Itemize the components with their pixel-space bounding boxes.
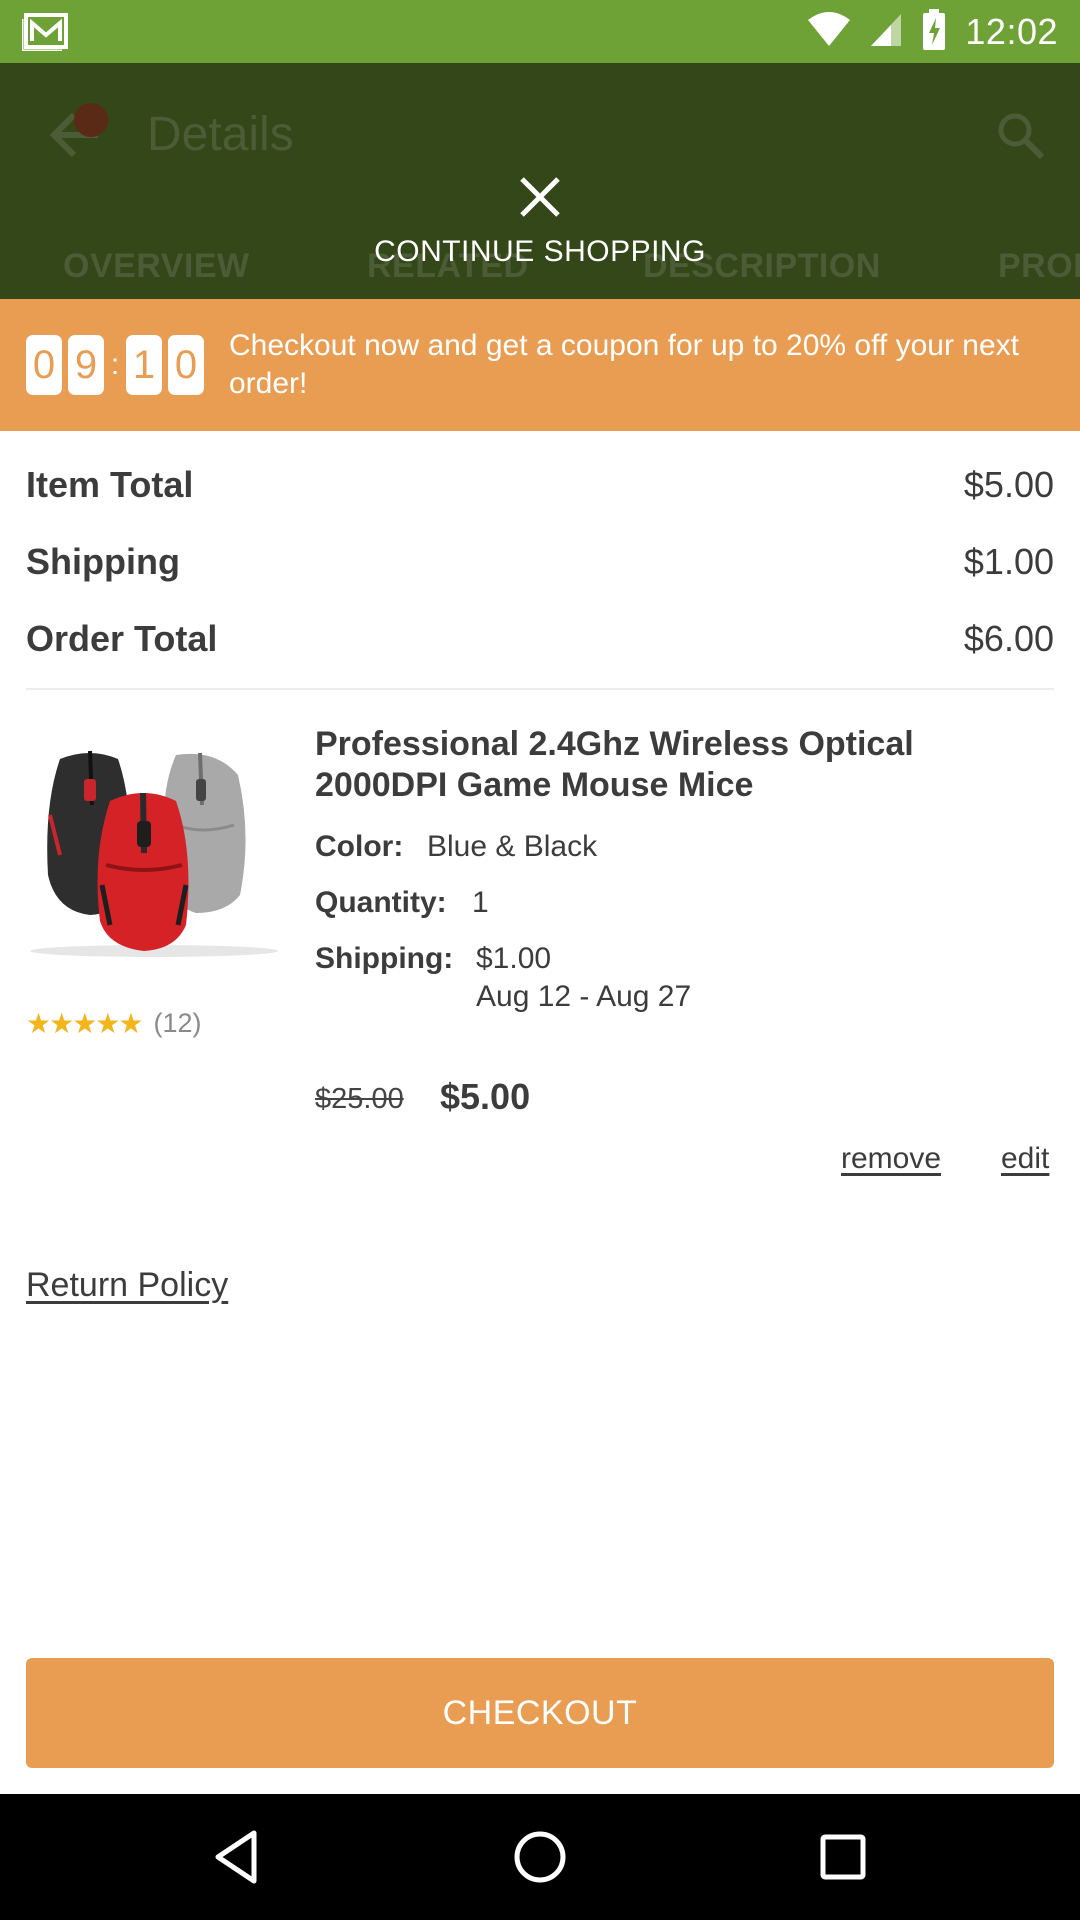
original-price: $25.00: [315, 1083, 404, 1115]
item-total-label: Item Total: [26, 464, 194, 505]
divider: [26, 688, 1054, 690]
quantity-label: Quantity:: [315, 886, 447, 919]
order-total-label: Order Total: [26, 618, 218, 659]
signal-icon: [869, 12, 903, 53]
close-icon[interactable]: [518, 175, 562, 224]
continue-shopping-button[interactable]: CONTINUE SHOPPING: [0, 235, 1080, 269]
shipping-label: Shipping: [26, 541, 180, 582]
shipping-dates: Aug 12 - Aug 27: [476, 980, 692, 1013]
app-bar: Details OVERVIEW RELATED DESCRIPTION PRO…: [0, 63, 1080, 299]
timer-digit: 0: [26, 335, 62, 395]
countdown-timer: 0 9 : 1 0: [26, 335, 204, 395]
wifi-icon: [807, 11, 851, 53]
order-total-value: $6.00: [963, 618, 1054, 659]
battery-charging-icon: [921, 8, 947, 56]
page-title: Details: [147, 108, 294, 161]
return-policy-link[interactable]: Return Policy: [26, 1266, 228, 1305]
color-label: Color:: [315, 830, 404, 863]
color-value: Blue & Black: [427, 830, 598, 863]
checkout-button[interactable]: CHECKOUT: [26, 1658, 1054, 1768]
notification-dot: [74, 103, 108, 137]
item-total-row: Item Total $5.00: [26, 464, 1054, 506]
home-icon[interactable]: [510, 1827, 570, 1887]
rating-count: (12): [153, 1008, 202, 1038]
status-bar: 12:02: [0, 0, 1080, 63]
item-total-value: $5.00: [963, 464, 1054, 505]
item-shipping-label: Shipping:: [315, 942, 454, 975]
promo-text: Checkout now and get a coupon for up to …: [229, 329, 1019, 400]
edit-link[interactable]: edit: [1001, 1142, 1049, 1176]
shipping-row: Shipping $1.00: [26, 541, 1054, 583]
timer-digit: 9: [68, 335, 104, 395]
product-image[interactable]: [26, 735, 281, 967]
search-icon[interactable]: [996, 111, 1046, 166]
promo-banner: 0 9 : 1 0 Checkout now and get a coupon …: [0, 299, 1080, 431]
order-total-row: Order Total $6.00: [26, 618, 1054, 660]
back-icon[interactable]: [208, 1827, 268, 1887]
mail-notification-icon: [20, 11, 70, 56]
shipping-value: $1.00: [963, 541, 1054, 582]
recents-icon[interactable]: [813, 1827, 873, 1887]
remove-link[interactable]: remove: [841, 1142, 941, 1176]
product-rating: ★★★★★ (12): [26, 1007, 202, 1040]
clock: 12:02: [965, 11, 1058, 52]
quantity-value: 1: [472, 886, 489, 919]
timer-digit: 1: [126, 335, 162, 395]
timer-digit: 0: [168, 335, 204, 395]
star-rating-icon: ★★★★★: [26, 1008, 144, 1039]
product-title[interactable]: Professional 2.4Ghz Wireless Optical 200…: [315, 724, 1055, 806]
timer-separator: :: [110, 348, 120, 381]
system-nav-bar: [0, 1794, 1080, 1920]
sale-price: $5.00: [440, 1076, 531, 1117]
item-shipping-value: $1.00: [476, 942, 552, 975]
screen: 12:02 Details OVERVIEW RELATED DESCRIPTI…: [0, 0, 1080, 1920]
